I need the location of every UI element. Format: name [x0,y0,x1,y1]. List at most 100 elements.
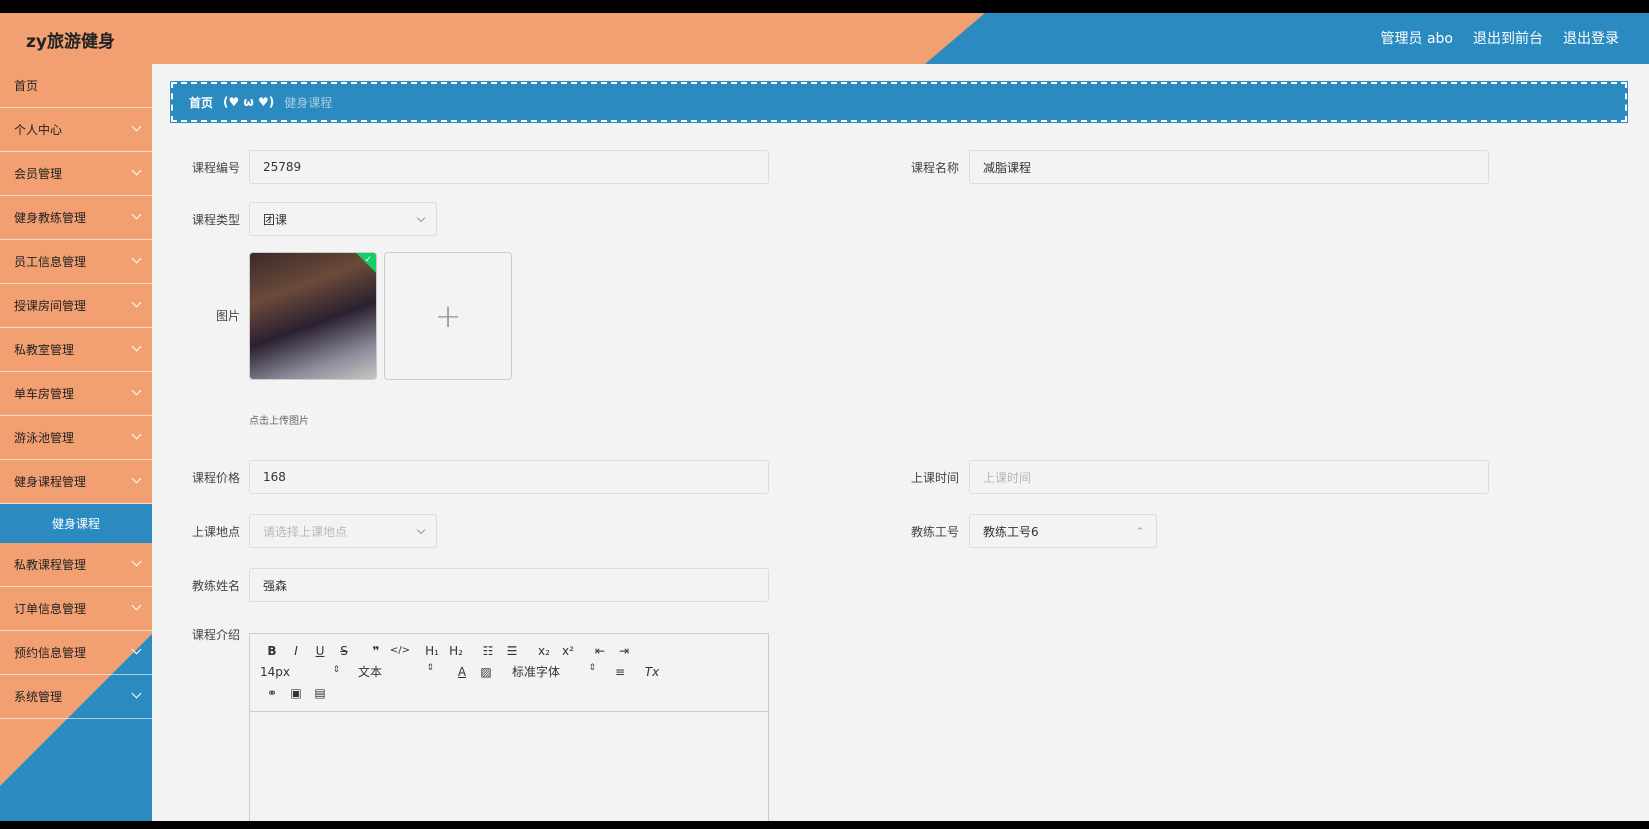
sidebar-item-label: 授课房间管理 [14,299,87,313]
chevron-down-icon [131,341,142,352]
blockquote-icon[interactable]: ❞ [364,644,388,658]
course-type-select[interactable]: 团课 [249,202,437,236]
background-color-icon[interactable]: ▨ [474,665,498,679]
bullet-list-icon[interactable]: ☰ [500,644,524,658]
updown-icon: ⇕ [588,663,596,673]
sidebar-item-label: 会员管理 [14,167,63,181]
price-value: 168 [263,470,286,484]
sidebar-item-label: 员工信息管理 [14,255,87,269]
sidebar-item-rooms[interactable]: 授课房间管理 [0,284,152,328]
font-size-select[interactable]: 14px ⇕ [260,665,340,679]
italic-icon[interactable]: I [284,644,308,658]
image-icon[interactable]: ▣ [284,686,308,700]
chevron-down-icon [131,473,142,484]
check-icon: ✓ [364,255,372,265]
header-orange-band [0,13,985,64]
sidebar-item-staff[interactable]: 员工信息管理 [0,240,152,284]
align-left-icon[interactable]: ≡ [608,665,632,679]
indent-icon[interactable]: ⇥ [612,644,636,658]
brand-title: zy旅游健身 [26,32,115,52]
sidebar-item-fitness-courses[interactable]: 健身课程管理 [0,460,152,504]
chevron-down-icon [131,644,142,655]
link-icon[interactable]: ⚭ [260,686,284,700]
font-family-select[interactable]: 标准字体 ⇕ [512,663,596,680]
intro-label: 课程介绍 [191,628,240,642]
sidebar-item-reservations[interactable]: 预约信息管理 [0,631,152,675]
bold-icon[interactable]: B [260,644,284,658]
outdent-icon[interactable]: ⇤ [588,644,612,658]
font-family-value: 标准字体 [512,665,561,679]
coach-no-value: 教练工号6 [983,524,1039,539]
sidebar-item-private-rooms[interactable]: 私教室管理 [0,328,152,372]
sidebar-item-label: 订单信息管理 [14,602,87,616]
font-color-icon[interactable]: A [450,665,474,679]
chevron-down-icon [131,429,142,440]
coach-name-input[interactable]: 强森 [249,568,769,602]
text-style-select[interactable]: 文本 ⇕ [358,663,434,680]
underline-icon[interactable]: U [308,644,332,658]
course-type-label: 课程类型 [191,213,240,227]
sidebar-item-system[interactable]: 系统管理 [0,675,152,719]
course-name-input[interactable]: 减脂课程 [969,150,1489,184]
sidebar-item-label: 单车房管理 [14,387,75,401]
editor-content-area[interactable] [250,712,768,821]
editor-toolbar: B I U S ❞ </> H₁ H₂ ☷ ☰ x₂ x² ⇤ ⇥ 14px ⇕… [250,634,768,712]
main-content: 首页 (♥ ω ♥) 健身课程 课程编号 25789 课程名称 减脂课程 课程类… [152,64,1649,821]
sidebar-item-label: 首页 [14,79,39,93]
rich-text-editor: B I U S ❞ </> H₁ H₂ ☷ ☰ x₂ x² ⇤ ⇥ 14px ⇕… [249,633,769,821]
sidebar-item-pools[interactable]: 游泳池管理 [0,416,152,460]
ordered-list-icon[interactable]: ☷ [476,644,500,658]
uploaded-image-thumbnail[interactable]: ✓ [249,252,377,380]
plus-icon: + [434,297,462,335]
image-upload-button[interactable]: + [384,252,512,380]
admin-user-link[interactable]: 管理员 abo [1381,28,1453,48]
upload-tip: 点击上传图片 [249,416,309,427]
chevron-down-icon [416,525,426,535]
course-name-label: 课程名称 [910,161,959,175]
chevron-down-icon [416,213,426,223]
code-block-icon[interactable]: </> [388,645,412,656]
sidebar-item-members[interactable]: 会员管理 [0,152,152,196]
price-label: 课程价格 [191,471,240,485]
chevron-down-icon [131,209,142,220]
sidebar-item-orders[interactable]: 订单信息管理 [0,587,152,631]
app-window: zy旅游健身 管理员 abo 退出到前台 退出登录 首页 个人中心 会员管理 健… [0,13,1649,821]
chevron-down-icon [131,556,142,567]
subscript-icon[interactable]: x₂ [532,644,556,658]
sidebar-item-cycling-rooms[interactable]: 单车房管理 [0,372,152,416]
sidebar-subitem-fitness-course[interactable]: 健身课程 [0,504,152,543]
sidebar-item-label: 游泳池管理 [14,431,75,445]
coach-name-label: 教练姓名 [191,579,240,593]
chevron-down-icon [131,121,142,132]
superscript-icon[interactable]: x² [556,644,580,658]
logout-link[interactable]: 退出登录 [1563,28,1619,48]
course-type-value: 团课 [263,212,288,227]
breadcrumb-home-link[interactable]: 首页 [189,94,213,111]
place-label: 上课地点 [191,525,240,539]
sidebar-item-label: 健身教练管理 [14,211,87,225]
sidebar-item-personal-center[interactable]: 个人中心 [0,108,152,152]
heading-2-icon[interactable]: H₂ [444,644,468,658]
sidebar-item-coaches[interactable]: 健身教练管理 [0,196,152,240]
text-style-value: 文本 [358,665,383,679]
price-input[interactable]: 168 [249,460,769,494]
place-select[interactable]: 请选择上课地点 [249,514,437,548]
sidebar-item-private-courses[interactable]: 私教课程管理 [0,543,152,587]
time-label: 上课时间 [910,471,959,485]
chevron-down-icon [131,688,142,699]
top-header: zy旅游健身 管理员 abo 退出到前台 退出登录 [0,13,1649,64]
heading-1-icon[interactable]: H₁ [420,644,444,658]
sidebar-item-label: 个人中心 [14,123,63,137]
time-input[interactable]: 上课时间 [969,460,1489,494]
course-no-input[interactable]: 25789 [249,150,769,184]
strikethrough-icon[interactable]: S [332,644,356,658]
updown-icon: ⇕ [426,663,434,673]
breadcrumb: 首页 (♥ ω ♥) 健身课程 [170,81,1628,123]
sidebar-item-home[interactable]: 首页 [0,64,152,108]
chevron-down-icon [131,297,142,308]
clear-format-icon[interactable]: Tx [640,665,664,679]
back-to-front-link[interactable]: 退出到前台 [1473,28,1543,48]
video-icon[interactable]: ▤ [308,686,332,700]
sidebar-item-label: 健身课程管理 [14,475,87,489]
coach-no-select[interactable]: 教练工号6 ⌃ [969,514,1157,548]
